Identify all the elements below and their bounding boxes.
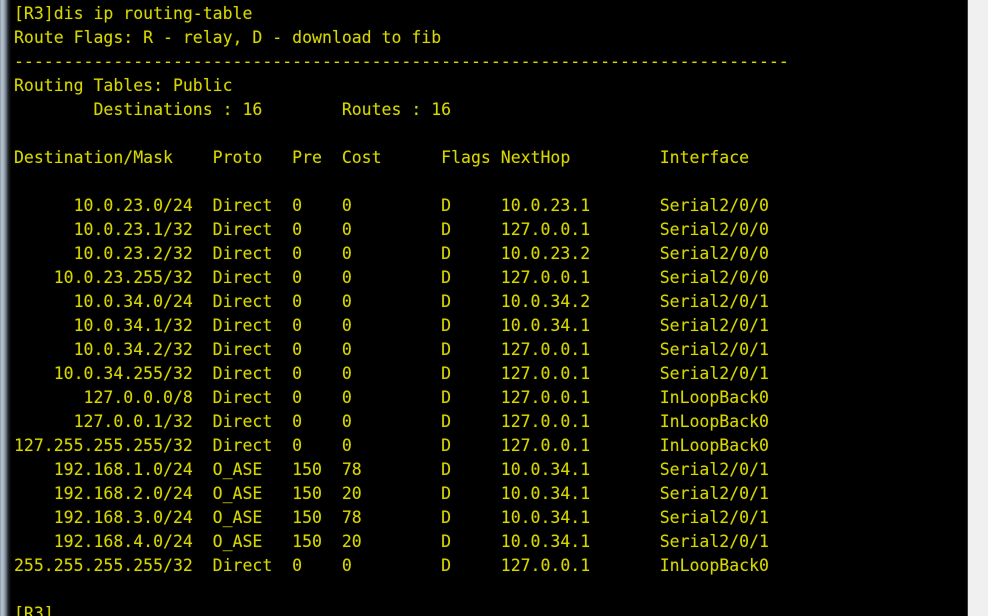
table-row: 10.0.34.0/24 Direct 0 0 D 10.0.34.2 Seri… [14,292,769,311]
table-row: 192.168.4.0/24 O_ASE 150 20 D 10.0.34.1 … [14,532,769,551]
window-right-scrollbar[interactable] [967,0,988,616]
window-left-border [0,0,11,616]
table-row: 10.0.34.1/32 Direct 0 0 D 10.0.34.1 Seri… [14,316,769,335]
table-row: 10.0.23.255/32 Direct 0 0 D 127.0.0.1 Se… [14,268,769,287]
table-row: 127.0.0.0/8 Direct 0 0 D 127.0.0.1 InLoo… [14,388,769,407]
table-row: 127.255.255.255/32 Direct 0 0 D 127.0.0.… [14,436,769,455]
command-prompt-line: [R3]dis ip routing-table [14,4,253,23]
trailing-prompt: [R3] [14,604,54,616]
summary-counts-line: Destinations : 16 Routes : 16 [14,100,452,119]
table-row: 192.168.2.0/24 O_ASE 150 20 D 10.0.34.1 … [14,484,769,503]
terminal-output: [R3]dis ip routing-table Route Flags: R … [11,0,967,616]
separator-line: ----------------------------------------… [14,52,789,71]
table-row: 192.168.3.0/24 O_ASE 150 78 D 10.0.34.1 … [14,508,769,527]
table-header-row: Destination/Mask Proto Pre Cost Flags Ne… [14,148,750,167]
table-row: 127.0.0.1/32 Direct 0 0 D 127.0.0.1 InLo… [14,412,769,431]
table-row: 10.0.34.2/32 Direct 0 0 D 127.0.0.1 Seri… [14,340,769,359]
table-row: 192.168.1.0/24 O_ASE 150 78 D 10.0.34.1 … [14,460,769,479]
table-row: 10.0.23.2/32 Direct 0 0 D 10.0.23.2 Seri… [14,244,769,263]
table-row: 10.0.23.0/24 Direct 0 0 D 10.0.23.1 Seri… [14,196,769,215]
routing-table-rows: 10.0.23.0/24 Direct 0 0 D 10.0.23.1 Seri… [14,194,967,578]
table-row: 10.0.34.255/32 Direct 0 0 D 127.0.0.1 Se… [14,364,769,383]
table-row: 255.255.255.255/32 Direct 0 0 D 127.0.0.… [14,556,769,575]
table-row: 10.0.23.1/32 Direct 0 0 D 127.0.0.1 Seri… [14,220,769,239]
terminal-window[interactable]: [R3]dis ip routing-table Route Flags: R … [0,0,988,616]
terminal-screen[interactable]: [R3]dis ip routing-table Route Flags: R … [11,0,967,616]
route-flags-legend-line: Route Flags: R - relay, D - download to … [14,28,442,47]
routing-tables-line: Routing Tables: Public [14,76,233,95]
